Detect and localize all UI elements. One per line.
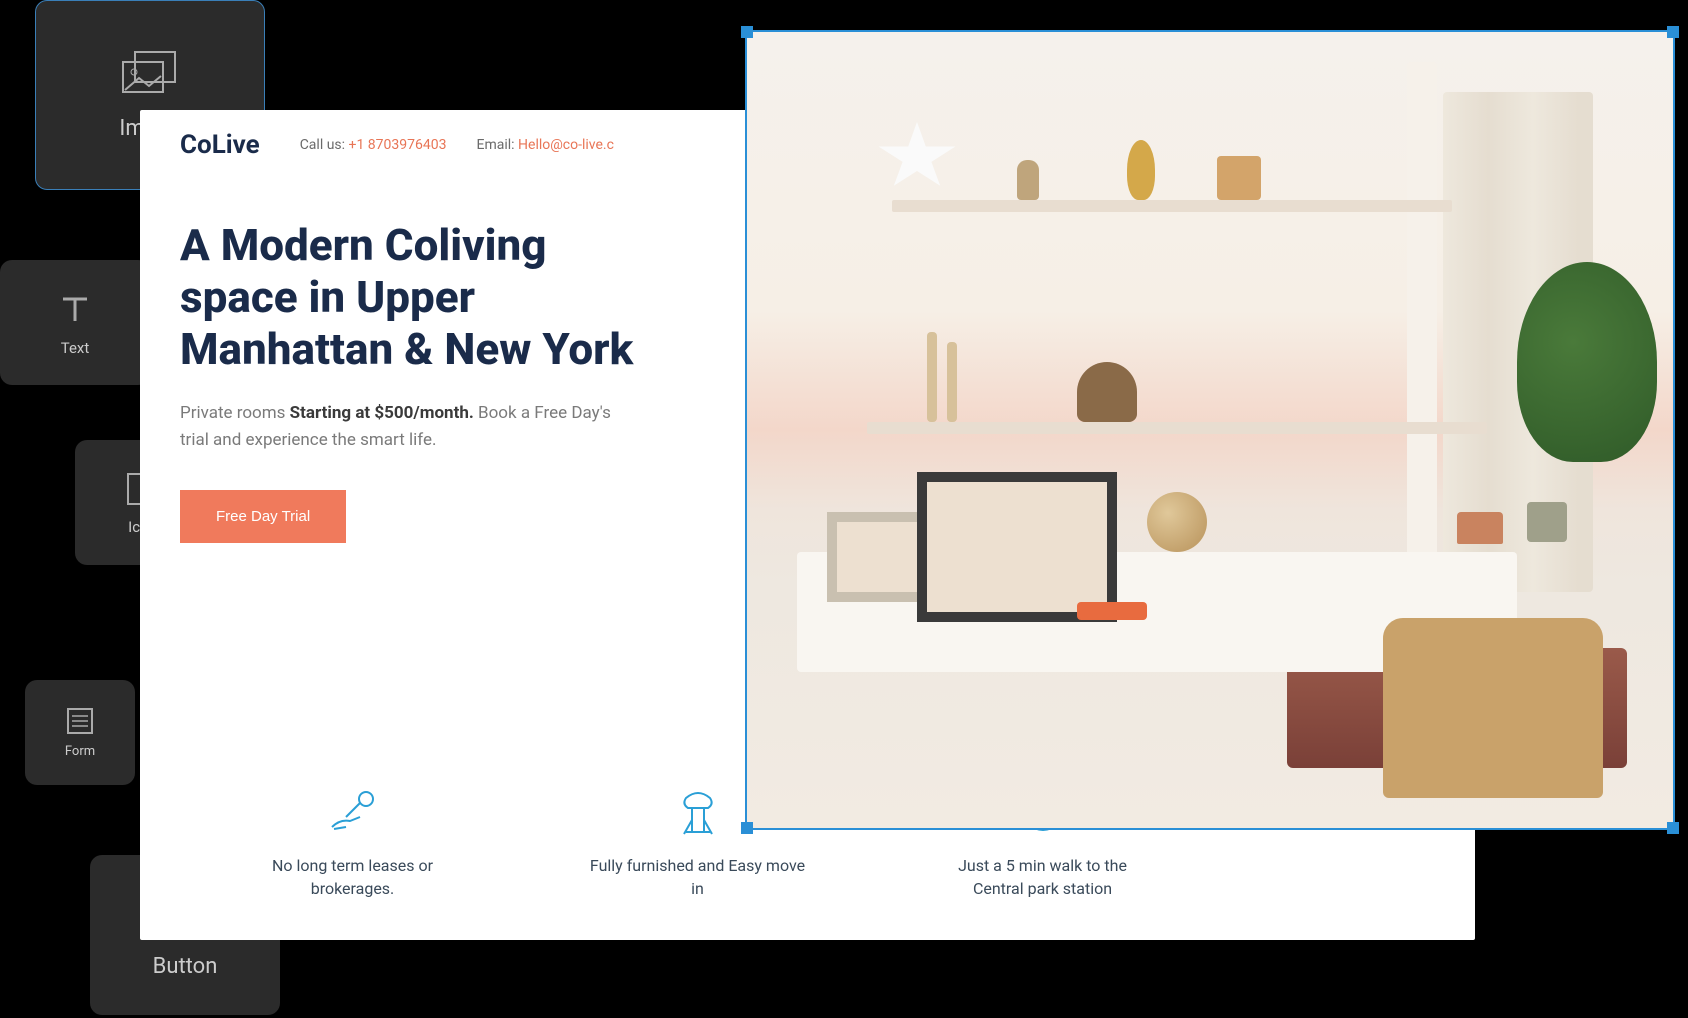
image-stack-icon [121,50,179,98]
header-email: Email: Hello@co-live.c [476,137,613,153]
email-address[interactable]: Hello@co-live.c [518,137,614,153]
feature-text: No long term leases or brokerages. [243,854,463,900]
widget-label: Button [153,954,218,979]
feature-item: No long term leases or brokerages. [243,784,463,900]
widget-label: Text [61,339,90,357]
feature-text: Fully furnished and Easy move in [588,854,808,900]
resize-handle-br[interactable] [1667,822,1679,834]
resize-handle-bl[interactable] [741,822,753,834]
cta-button[interactable]: Free Day Trial [180,490,346,543]
text-icon [55,289,95,329]
phone-number[interactable]: +1 8703976403 [349,137,447,153]
header-call: Call us: +1 8703976403 [300,137,447,153]
hero-subtitle: Private rooms Starting at $500/month. Bo… [180,400,620,454]
hero-title: A Modern Coliving space in Upper Manhatt… [180,220,660,376]
widget-label: Form [65,744,95,759]
widget-tile-form[interactable]: Form [25,680,135,785]
form-icon [65,706,95,736]
hero-section: A Modern Coliving space in Upper Manhatt… [140,160,700,543]
resize-handle-tr[interactable] [1667,26,1679,38]
site-logo[interactable]: CoLive [180,130,260,160]
feature-text: Just a 5 min walk to the Central park st… [933,854,1153,900]
key-hand-icon [243,784,463,838]
selected-image-element[interactable] [745,30,1675,830]
widget-tile-text[interactable]: Text [0,260,150,385]
resize-handle-tl[interactable] [741,26,753,38]
hero-image[interactable] [747,32,1673,828]
